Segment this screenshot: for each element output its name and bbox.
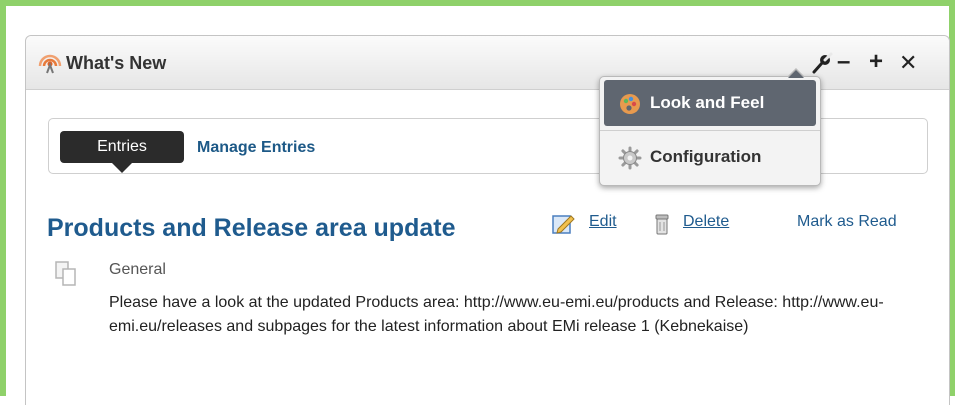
menu-item-look-and-feel[interactable]: Look and Feel	[604, 80, 816, 126]
tab-manage-entries[interactable]: Manage Entries	[197, 139, 315, 157]
tab-entries[interactable]: Entries	[60, 131, 184, 173]
portlet-options-menu: Look and Feel Configuration	[599, 68, 821, 186]
mark-as-read-link[interactable]: Mark as Read	[797, 213, 897, 231]
wrench-icon[interactable]	[811, 51, 833, 75]
entry-body: Please have a look at the updated Produc…	[109, 294, 884, 335]
menu-item-label: Look and Feel	[650, 93, 765, 112]
menu-item-configuration[interactable]: Configuration	[604, 134, 816, 180]
gear-icon	[618, 146, 642, 170]
delete-link[interactable]: Delete	[683, 213, 729, 231]
edit-link[interactable]: Edit	[589, 213, 617, 231]
copy-icon	[55, 261, 76, 286]
portlet-frame: What's New – + ✕ Entries Manage Entries …	[0, 0, 955, 405]
trash-icon[interactable]	[654, 213, 670, 235]
menu-item-label: Configuration	[650, 147, 762, 166]
entry-category: General	[109, 261, 166, 278]
maximize-button[interactable]: +	[869, 50, 887, 75]
portlet-title: What's New	[66, 53, 167, 73]
entry-title[interactable]: Products and Release area update	[47, 214, 455, 243]
palette-icon	[620, 94, 640, 114]
close-button[interactable]: ✕	[899, 51, 919, 75]
edit-icon[interactable]	[551, 212, 575, 236]
minimize-button[interactable]: –	[837, 50, 855, 75]
rss-icon	[38, 54, 62, 74]
menu-divider	[600, 130, 820, 131]
